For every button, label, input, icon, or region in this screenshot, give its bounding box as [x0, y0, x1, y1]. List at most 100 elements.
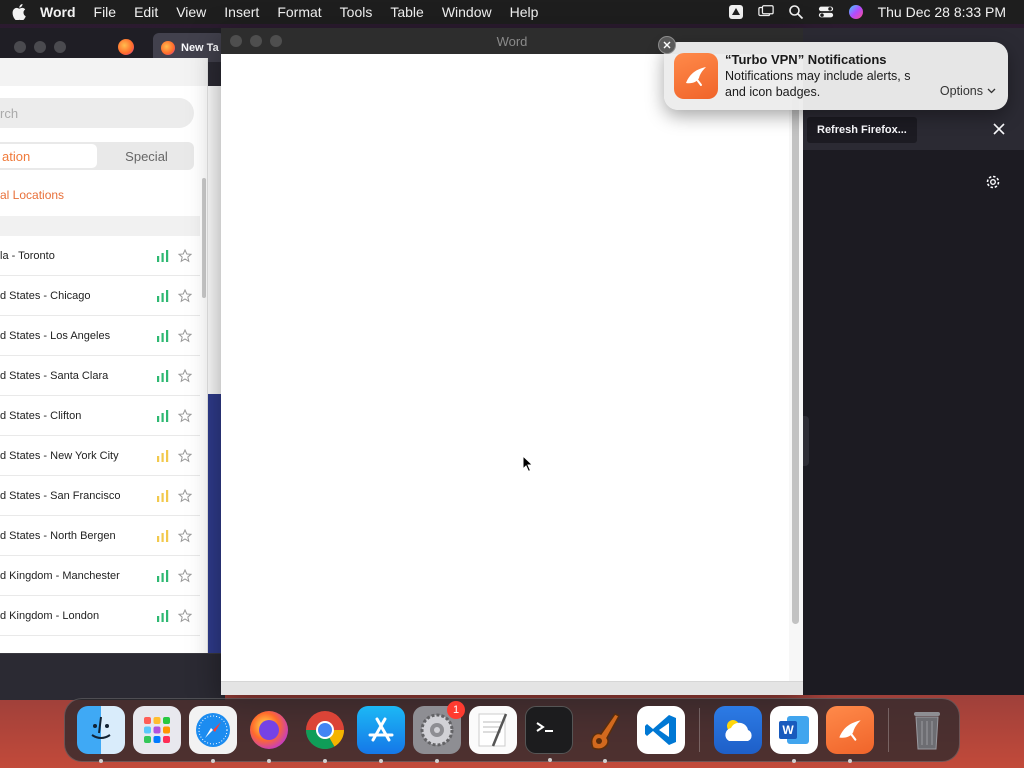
close-window-button[interactable] — [14, 41, 26, 53]
trash-icon — [914, 712, 940, 750]
signal-strength-icon — [157, 489, 169, 502]
notification-body-line-2: and icon badges. — [725, 85, 821, 99]
word-close-button[interactable] — [230, 35, 242, 47]
notification-options-button[interactable]: Options — [940, 84, 996, 98]
siri-icon[interactable] — [848, 4, 864, 20]
running-indicator — [323, 759, 327, 763]
notification-close-button[interactable] — [658, 36, 676, 54]
scrollbar-thumb[interactable] — [792, 60, 799, 624]
dock-terminal[interactable] — [525, 706, 573, 762]
gear-icon[interactable] — [984, 173, 1002, 191]
server-row[interactable]: la - Toronto — [0, 236, 200, 276]
dock-app-store[interactable] — [357, 706, 405, 763]
dock-textedit[interactable] — [469, 706, 517, 754]
minimize-window-button[interactable] — [34, 41, 46, 53]
server-row[interactable]: d Kingdom - Manchester — [0, 556, 200, 596]
favorite-star-icon[interactable] — [178, 448, 192, 463]
server-row[interactable]: d States - North Bergen — [0, 516, 200, 556]
running-indicator — [435, 759, 439, 763]
close-icon — [663, 41, 671, 49]
app-store-icon — [368, 717, 394, 742]
dock-safari[interactable] — [189, 706, 237, 763]
menu-view[interactable]: View — [176, 4, 206, 20]
server-row[interactable]: d States - San Francisco — [0, 476, 200, 516]
favorite-star-icon[interactable] — [178, 488, 192, 503]
running-indicator — [267, 759, 271, 763]
favorite-star-icon[interactable] — [178, 608, 192, 623]
favorite-star-icon[interactable] — [178, 568, 192, 583]
textedit-icon — [478, 713, 508, 747]
vscode-icon — [645, 715, 676, 745]
zoom-window-button[interactable] — [54, 41, 66, 53]
favorite-star-icon[interactable] — [178, 368, 192, 383]
firefox-icon — [250, 711, 288, 749]
dock-garageband[interactable] — [581, 706, 629, 763]
dock-launchpad[interactable] — [133, 706, 181, 754]
turbo-vpn-notification[interactable]: “Turbo VPN” Notifications Notifications … — [658, 36, 1008, 110]
server-row[interactable]: d States - Santa Clara — [0, 356, 200, 396]
menu-clock[interactable]: Thu Dec 28 8:33 PM — [878, 4, 1006, 20]
sidebar-drag-handle[interactable] — [803, 416, 809, 466]
tab-special[interactable]: Special — [99, 142, 194, 170]
dock-finder[interactable] — [77, 706, 125, 763]
server-search-input[interactable]: rch — [0, 98, 194, 128]
dock-word[interactable]: W — [770, 706, 818, 763]
server-name: la - Toronto — [0, 249, 55, 262]
vpn-list-scrollbar[interactable] — [202, 178, 206, 298]
server-row[interactable]: d States - Clifton — [0, 396, 200, 436]
server-row[interactable]: d Kingdom - London — [0, 596, 200, 636]
running-indicator — [548, 758, 552, 762]
firefox-pinned-tab-icon[interactable] — [118, 39, 134, 55]
word-zoom-button[interactable] — [270, 35, 282, 47]
favorite-star-icon[interactable] — [178, 328, 192, 343]
dock-separator — [699, 708, 700, 752]
menu-tools[interactable]: Tools — [340, 4, 373, 20]
dock-firefox[interactable] — [245, 706, 293, 763]
menu-help[interactable]: Help — [510, 4, 539, 20]
favorite-star-icon[interactable] — [178, 408, 192, 423]
document-vertical-scrollbar[interactable] — [789, 54, 803, 681]
locations-header[interactable]: al Locations — [0, 188, 64, 202]
firefox-tab-icon — [161, 40, 175, 55]
options-label: Options — [939, 84, 983, 98]
favorite-star-icon[interactable] — [178, 528, 192, 543]
spotlight-search-icon[interactable] — [788, 4, 804, 20]
mouse-pointer-icon — [522, 455, 534, 473]
chevron-down-icon — [987, 88, 996, 94]
menu-app-name[interactable]: Word — [40, 4, 76, 20]
tab-locations[interactable]: ation — [0, 144, 97, 168]
server-row[interactable]: d States - New York City — [0, 436, 200, 476]
server-row[interactable]: d States - Los Angeles — [0, 316, 200, 356]
document-canvas[interactable] — [221, 54, 789, 681]
favorite-star-icon[interactable] — [178, 288, 192, 303]
menu-file[interactable]: File — [94, 4, 117, 20]
window-controls — [14, 41, 66, 53]
control-center-icon[interactable] — [818, 4, 834, 20]
menu-edit[interactable]: Edit — [134, 4, 158, 20]
screen-mirroring-icon[interactable] — [757, 4, 774, 20]
dock-system-settings[interactable]: 1 — [413, 701, 465, 763]
favorite-star-icon[interactable] — [178, 248, 192, 263]
apple-menu-icon[interactable] — [12, 4, 26, 20]
dock-trash[interactable] — [903, 706, 951, 754]
dock-chrome[interactable] — [301, 706, 349, 763]
menu-window[interactable]: Window — [442, 4, 492, 20]
menu-bar: Word File Edit View Insert Format Tools … — [0, 0, 1024, 24]
menu-table[interactable]: Table — [390, 4, 423, 20]
notification-body: Notifications may include alerts, s and … — [725, 68, 925, 100]
refresh-firefox-button[interactable]: Refresh Firefox... — [807, 117, 917, 143]
word-window-title: Word — [496, 33, 528, 49]
menu-bar-extras: Thu Dec 28 8:33 PM — [728, 0, 1006, 24]
turbo-vpn-status-icon[interactable] — [728, 4, 744, 20]
menu-insert[interactable]: Insert — [224, 4, 259, 20]
svg-text:W: W — [782, 723, 794, 737]
close-icon[interactable] — [992, 122, 1006, 136]
server-row[interactable]: d States - Chicago — [0, 276, 200, 316]
menu-format[interactable]: Format — [277, 4, 321, 20]
vpn-panel-topbar — [0, 58, 207, 86]
word-minimize-button[interactable] — [250, 35, 262, 47]
refresh-notification-bar: Refresh Firefox... — [803, 110, 1024, 150]
dock-turbo-vpn[interactable] — [826, 706, 874, 763]
dock-vscode[interactable] — [637, 706, 685, 754]
dock-weather[interactable] — [714, 706, 762, 754]
